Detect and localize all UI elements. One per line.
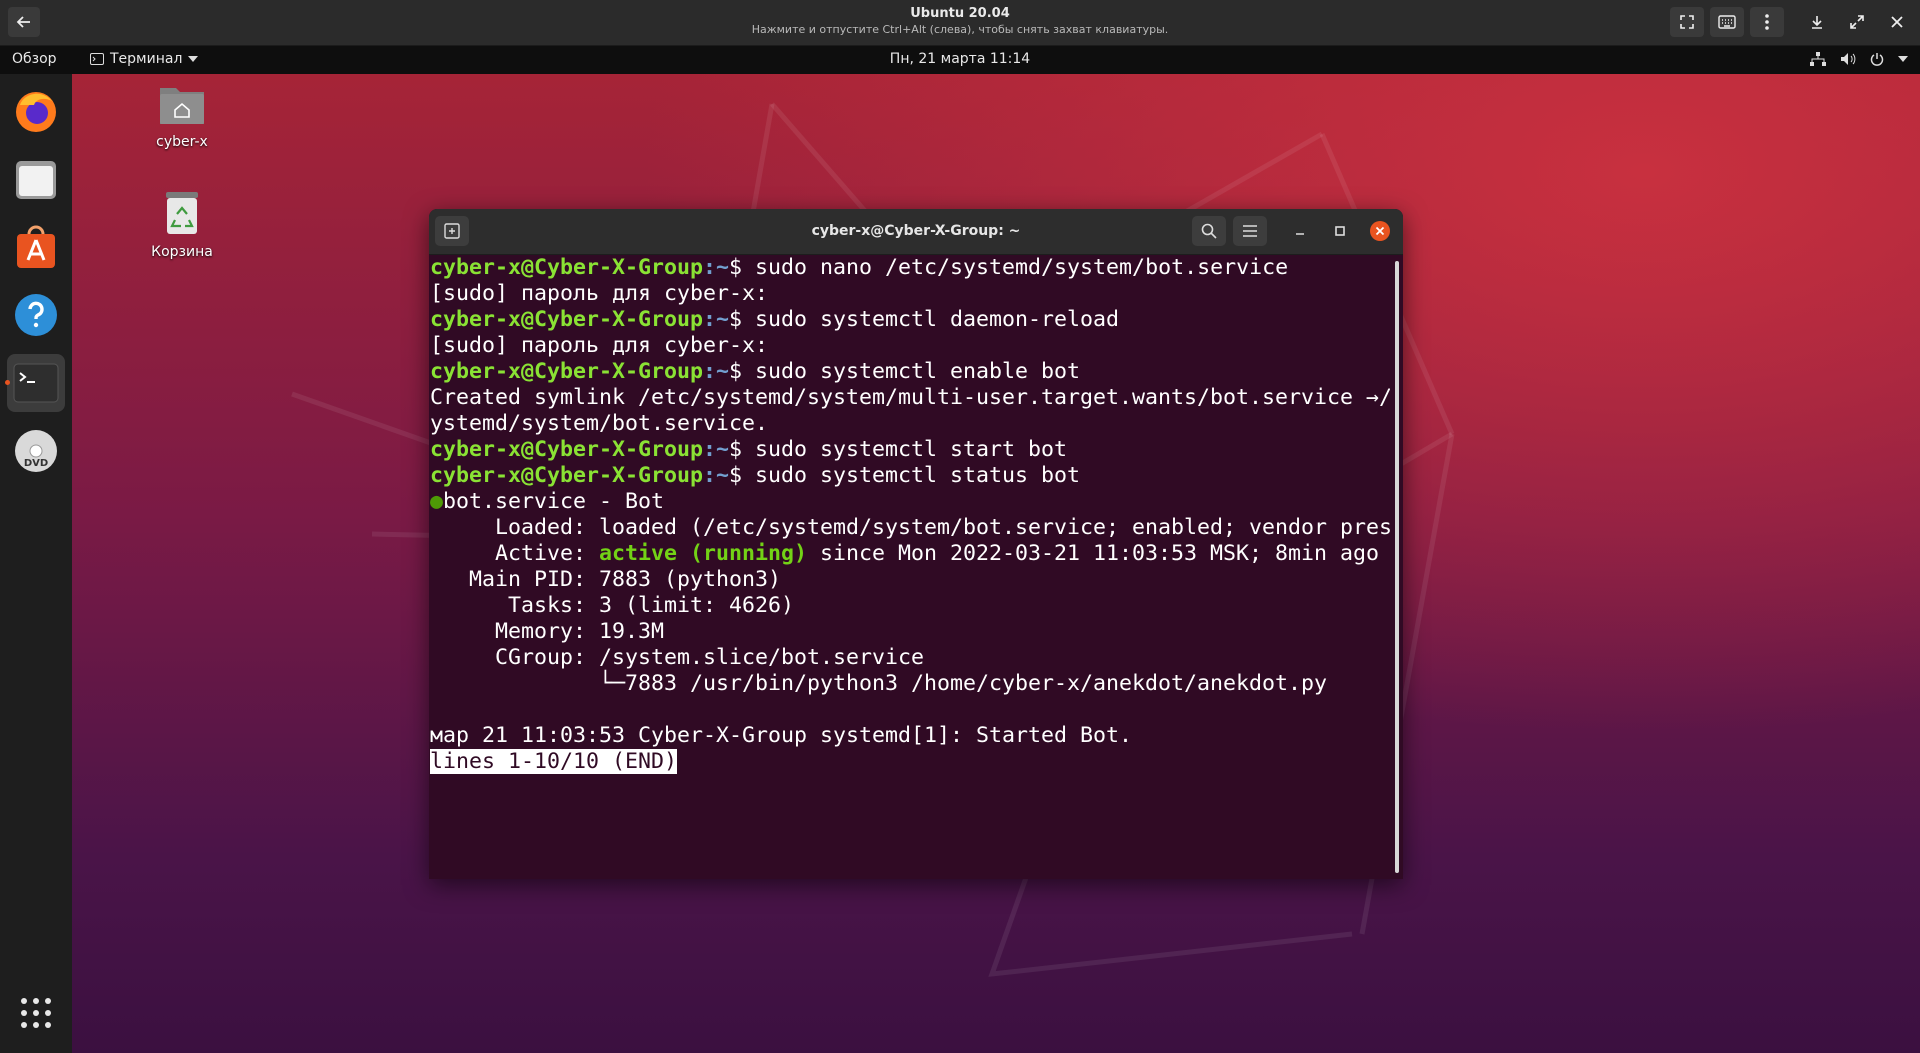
close-button[interactable] [1363,216,1397,246]
pager-status: lines 1-10/10 (END) [430,749,678,774]
volume-icon [1841,53,1856,65]
keyboard-button[interactable] [1710,7,1744,37]
app-menu-label: Терминал [110,51,183,67]
keyboard-icon [1718,15,1736,29]
vm-viewer-bar: Ubuntu 20.04 Нажмите и отпустите Ctrl+Al… [0,0,1920,46]
desktop-icon-label: Корзина [151,244,213,260]
terminal-line: Created symlink /etc/systemd/system/mult… [430,385,1390,410]
running-indicator [5,380,10,385]
terminal-window[interactable]: cyber-x@Cyber-X-Group: ~ cyber-x@Cyber-X… [429,209,1403,879]
home-folder-icon [160,88,204,124]
terminal-line: cyber-x@Cyber-X-Group:~$ sudo systemctl … [430,437,1068,462]
fullscreen-icon [1680,15,1694,29]
dock-terminal[interactable] [5,354,65,412]
terminal-line: └─7883 /usr/bin/python3 /home/cyber-x/an… [430,671,1328,696]
terminal-line: Main PID: 7883 (python3) [430,567,782,592]
hamburger-menu-button[interactable] [1233,216,1267,246]
terminal-header[interactable]: cyber-x@Cyber-X-Group: ~ [429,209,1403,255]
back-arrow-icon [16,16,30,28]
terminal-line: ystemd/system/bot.service. [430,411,769,436]
terminal-line: [sudo] пароль для cyber-x: [430,281,769,306]
terminal-line: Loaded: loaded (/etc/systemd/system/bot.… [430,515,1390,541]
back-button[interactable] [8,7,40,37]
power-icon [1870,53,1884,66]
dock-files[interactable] [7,150,65,208]
hamburger-menu-icon [1243,225,1257,237]
terminal-line: [sudo] пароль для cyber-x: [430,333,769,358]
search-button[interactable] [1192,216,1226,246]
vm-title: Ubuntu 20.04 [910,6,1010,21]
system-tray[interactable] [1810,52,1908,66]
terminal-small-icon [90,53,104,65]
terminal-line: Active: active (running) since Mon 2022-… [430,541,1380,566]
restore-viewer-button[interactable] [1840,7,1874,37]
download-icon [1812,16,1822,29]
minimize-viewer-button[interactable] [1800,7,1834,37]
maximize-icon [1335,226,1345,236]
status-dot: ● [430,489,444,514]
desktop-icon-home[interactable]: cyber-x [134,82,230,150]
active-state: active (running) [599,541,808,566]
new-tab-icon [444,223,460,239]
vm-menu-button[interactable] [1750,7,1784,37]
help-icon [15,294,57,336]
close-icon [1370,221,1390,241]
trash-icon [166,192,198,234]
terminal-line: мар 21 11:03:53 Cyber-X-Group systemd[1]… [430,723,1133,748]
new-tab-button[interactable] [435,216,469,246]
terminal-icon [13,363,59,403]
desktop-icon-label: cyber-x [156,134,208,150]
apps-grid-icon [21,998,51,1028]
dock: DVD [0,74,72,1053]
minimize-button[interactable] [1283,216,1317,246]
terminal-scrollbar[interactable] [1395,261,1399,873]
firefox-icon [16,92,56,132]
restore-icon [1850,15,1864,29]
top-panel: Обзор Терминал Пн, 21 марта 11:14 [0,46,1920,74]
desktop-icon-trash[interactable]: Корзина [134,190,230,260]
files-icon [16,161,56,199]
terminal-line: cyber-x@Cyber-X-Group:~$ sudo systemctl … [430,463,1081,488]
terminal-output[interactable]: cyber-x@Cyber-X-Group:~$ sudo nano /etc/… [429,255,1390,879]
fullscreen-button[interactable] [1670,7,1704,37]
app-menu[interactable]: Терминал [90,51,199,67]
activities-button[interactable]: Обзор [12,51,57,67]
terminal-line: Tasks: 3 (limit: 4626) [430,593,795,618]
terminal-line: lines 1-10/10 (END) [430,749,1390,775]
dock-help[interactable] [7,286,65,344]
clock[interactable]: Пн, 21 марта 11:14 [0,51,1920,67]
close-icon [1891,16,1903,28]
terminal-line: Memory: 19.3M [430,619,665,644]
minimize-icon [1296,233,1304,235]
dock-firefox[interactable] [7,82,65,140]
network-icon [1810,52,1826,66]
chevron-down-icon [1898,56,1908,62]
terminal-line: cyber-x@Cyber-X-Group:~$ sudo nano /etc/… [430,255,1289,280]
search-icon [1201,223,1217,239]
close-viewer-button[interactable] [1880,7,1914,37]
dvd-icon: DVD [15,430,57,472]
maximize-button[interactable] [1323,216,1357,246]
dock-dvd[interactable]: DVD [7,422,65,480]
show-applications-button[interactable] [7,984,65,1042]
software-icon [17,225,55,268]
dock-software[interactable] [7,218,65,276]
svg-text:DVD: DVD [24,458,48,469]
terminal-line: CGroup: /system.slice/bot.service [430,645,925,670]
vm-subtitle: Нажмите и отпустите Ctrl+Alt (слева), чт… [751,23,1169,36]
terminal-line: cyber-x@Cyber-X-Group:~$ sudo systemctl … [430,359,1081,384]
terminal-line: ●bot.service - Bot [430,489,665,514]
kebab-menu-icon [1765,14,1769,30]
chevron-down-icon [188,56,199,62]
terminal-line: cyber-x@Cyber-X-Group:~$ sudo systemctl … [430,307,1120,332]
